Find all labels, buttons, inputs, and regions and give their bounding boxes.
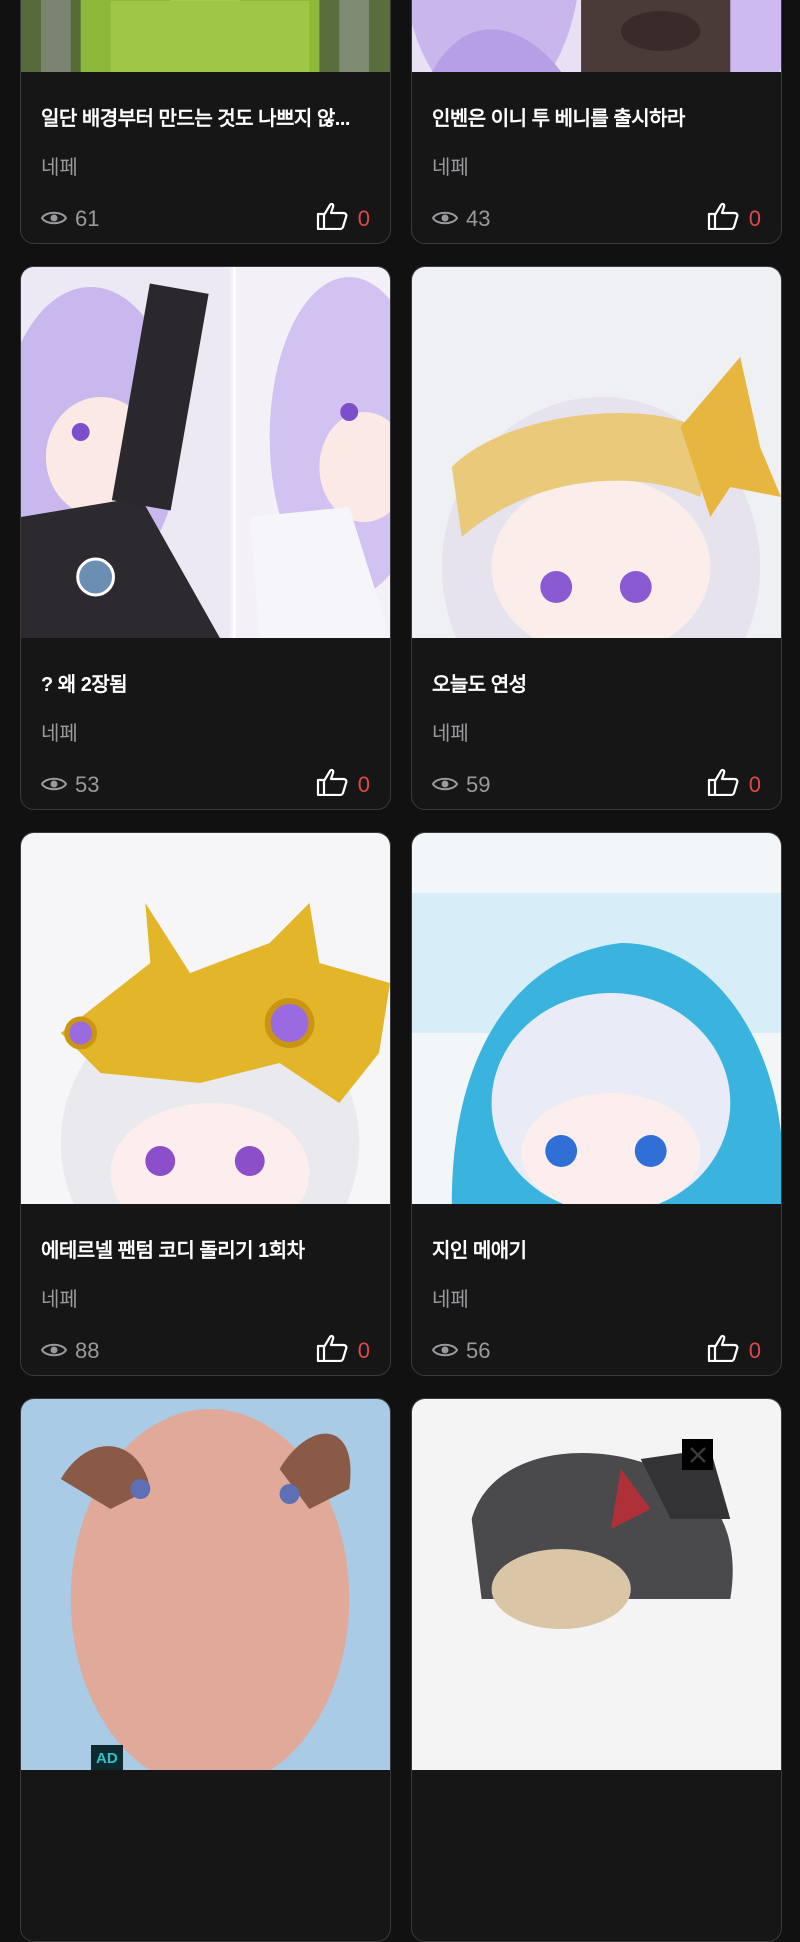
view-count: 53 (75, 772, 100, 797)
post-stats: 53 0 (40, 768, 370, 802)
view-count: 43 (466, 206, 491, 231)
thumbs-up-icon[interactable] (316, 1334, 348, 1368)
like-count: 0 (748, 772, 761, 797)
post-card[interactable]: ? 왜 2장됨 네페 53 0 (20, 266, 391, 810)
post-title[interactable]: 인벤은 이니 투 베니를 출시하라 (432, 102, 761, 131)
post-grid: 일단 배경부터 만드는 것도 나쁘지 않... 네페 61 0 인벤은 이니 투… (20, 0, 782, 1942)
post-title[interactable]: ? 왜 2장됨 (41, 668, 370, 697)
post-card[interactable]: 에테르넬 팬텀 코디 돌리기 1회차 네페 88 0 (20, 832, 391, 1376)
ad-thumbnail[interactable]: AD (21, 1399, 390, 1770)
eye-icon (431, 206, 459, 232)
like-count: 0 (357, 1338, 370, 1363)
like-group[interactable]: 0 (707, 768, 761, 802)
view-count-group: 43 (431, 206, 491, 232)
post-author: 네페 (41, 157, 78, 179)
view-count-group: 53 (40, 772, 100, 798)
post-author: 네페 (432, 157, 469, 179)
close-button[interactable] (682, 1439, 713, 1470)
ad-badge: AD (91, 1745, 123, 1770)
post-title[interactable]: 오늘도 연성 (432, 668, 761, 697)
like-group[interactable]: 0 (316, 1334, 370, 1368)
post-thumbnail[interactable] (412, 1399, 781, 1770)
post-card[interactable]: 일단 배경부터 만드는 것도 나쁘지 않... 네페 61 0 (20, 0, 391, 244)
thumbs-up-icon[interactable] (707, 202, 739, 236)
post-author: 네페 (41, 723, 78, 745)
eye-icon (40, 772, 68, 798)
view-count-group: 61 (40, 206, 100, 232)
post-title[interactable]: 지인 메애기 (432, 1234, 761, 1263)
view-count-group: 56 (431, 1338, 491, 1364)
thumbs-up-icon[interactable] (707, 768, 739, 802)
post-title[interactable]: 일단 배경부터 만드는 것도 나쁘지 않... (41, 102, 370, 131)
post-author: 네페 (432, 723, 469, 745)
view-count-group: 59 (431, 772, 491, 798)
like-count: 0 (748, 1338, 761, 1363)
close-icon[interactable] (688, 1445, 708, 1465)
post-stats: 43 0 (431, 202, 761, 236)
post-card[interactable]: 인벤은 이니 투 베니를 출시하라 네페 43 0 (411, 0, 782, 244)
like-group[interactable]: 0 (316, 202, 370, 236)
eye-icon (431, 772, 459, 798)
view-count: 56 (466, 1338, 491, 1363)
post-author: 네페 (432, 1289, 469, 1311)
view-count-group: 88 (40, 1338, 100, 1364)
eye-icon (40, 206, 68, 232)
like-count: 0 (357, 206, 370, 231)
post-stats: 56 0 (431, 1334, 761, 1368)
view-count: 88 (75, 1338, 100, 1363)
thumbs-up-icon[interactable] (316, 202, 348, 236)
thumbs-up-icon[interactable] (707, 1334, 739, 1368)
post-thumbnail[interactable] (21, 833, 390, 1204)
like-count: 0 (748, 206, 761, 231)
post-card[interactable] (411, 1398, 782, 1942)
post-card[interactable]: 오늘도 연성 네페 59 0 (411, 266, 782, 810)
post-thumbnail[interactable] (21, 0, 390, 72)
like-count: 0 (357, 772, 370, 797)
post-thumbnail[interactable] (21, 267, 390, 638)
post-thumbnail[interactable] (412, 833, 781, 1204)
view-count: 61 (75, 206, 100, 231)
post-title[interactable]: 에테르넬 팬텀 코디 돌리기 1회차 (41, 1234, 370, 1263)
view-count: 59 (466, 772, 491, 797)
post-card[interactable]: 지인 메애기 네페 56 0 (411, 832, 782, 1376)
like-group[interactable]: 0 (707, 1334, 761, 1368)
eye-icon (431, 1338, 459, 1364)
post-stats: 88 0 (40, 1334, 370, 1368)
ad-card[interactable]: AD (20, 1398, 391, 1942)
thumbs-up-icon[interactable] (316, 768, 348, 802)
eye-icon (40, 1338, 68, 1364)
post-stats: 61 0 (40, 202, 370, 236)
post-thumbnail[interactable] (412, 267, 781, 638)
like-group[interactable]: 0 (707, 202, 761, 236)
post-author: 네페 (41, 1289, 78, 1311)
post-thumbnail[interactable] (412, 0, 781, 72)
post-stats: 59 0 (431, 768, 761, 802)
like-group[interactable]: 0 (316, 768, 370, 802)
